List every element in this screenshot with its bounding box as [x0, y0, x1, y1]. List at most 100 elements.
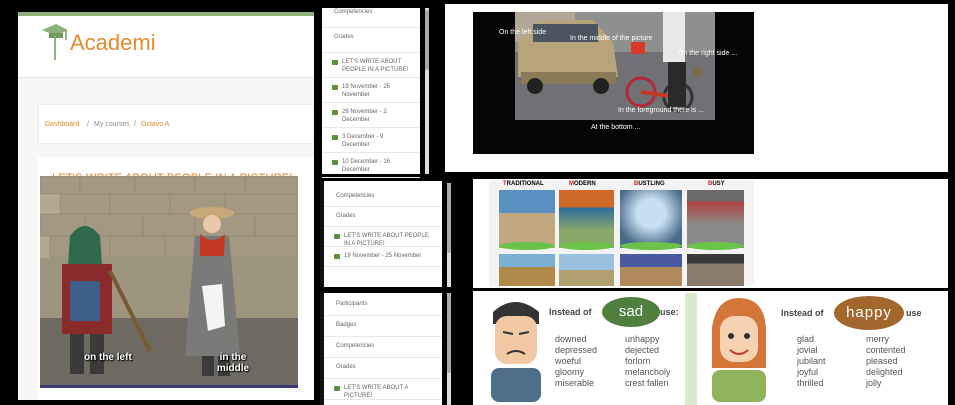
folder-icon	[334, 386, 340, 391]
nav-item[interactable]: Grades	[324, 358, 442, 379]
photo-credit: © www.	[287, 388, 305, 394]
synonym-word: jovial	[797, 345, 818, 355]
street-label-foreground: In the foreground there is ...	[618, 107, 704, 114]
nav-item[interactable]: Grades	[322, 28, 420, 53]
sad-word-bubble: sad	[602, 297, 660, 327]
breadcrumb: Dashboard / My courses / Octavo A	[38, 104, 314, 144]
scrollbar-thumb[interactable]	[447, 293, 451, 373]
nav-item[interactable]: 10 December - 16 December	[322, 153, 420, 178]
breadcrumb-my-courses[interactable]: My courses	[94, 121, 130, 128]
nav-item[interactable]: Grades	[324, 207, 442, 227]
photo-traditional-town	[499, 190, 555, 248]
nav-item[interactable]: 19 November - 25 November	[324, 247, 442, 267]
photo-bustling-mall	[620, 190, 682, 248]
heading-busy: BUSY	[708, 181, 725, 187]
answer-blank[interactable]	[499, 242, 555, 250]
nav-item-label: Participants	[336, 301, 368, 307]
scrollbar-thumb[interactable]	[425, 10, 429, 70]
breadcrumb-separator: /	[87, 121, 89, 128]
site-header: Academi	[18, 16, 314, 78]
sad-synonyms-col2: unhappy dejected forlorn melancholy crest fa…	[625, 334, 671, 389]
synonym-word: jubilant	[797, 356, 826, 366]
synonym-word: unhappy	[625, 334, 660, 344]
synonym-word: dejected	[625, 345, 660, 355]
answer-blank[interactable]	[687, 242, 744, 250]
synonym-word: pleased	[866, 356, 898, 366]
nav-item-label: 19 November - 25 November	[342, 84, 391, 98]
divider	[685, 293, 697, 405]
synonym-word: contented	[866, 345, 906, 355]
nav-item-label: 3 December - 9 December	[342, 134, 384, 148]
course-nav-bottom: Participants Badges Competencies Grades LET'…	[320, 293, 442, 405]
nav-item[interactable]: Competencies	[324, 187, 442, 207]
nav-item[interactable]: Participants	[324, 295, 442, 316]
nav-item[interactable]: 26 November - 2 December	[322, 103, 420, 128]
street-label-right: On the right side ...	[678, 50, 738, 57]
folder-icon	[332, 85, 338, 90]
breadcrumb-separator: /	[134, 121, 136, 128]
nav-item[interactable]: LET'S WRITE ABOUT PEOPLE IN A PICTURE!	[322, 53, 420, 78]
nav-item[interactable]: LET'S WRITE ABOUT A PICTURE!	[324, 379, 442, 400]
heading-traditional: TRADITIONAL	[503, 181, 544, 187]
blank-panel	[835, 4, 948, 172]
adjectives-grid: TRADITIONAL MODERN BUSTLING BUSY	[489, 180, 754, 286]
breadcrumb-course[interactable]: Octavo A	[141, 121, 169, 128]
course-nav-top: Competencies Grades LET'S WRITE ABOUT PEOP…	[322, 8, 420, 178]
photo-label-middle: in the middle	[216, 352, 250, 374]
nav-item-label: Grades	[334, 34, 354, 40]
sad-person-illustration	[491, 302, 541, 402]
photo-busy-street	[687, 190, 744, 248]
nav-item-label: 26 November - 2 December	[342, 109, 387, 123]
folder-icon	[332, 160, 338, 165]
nav-item-label: 19 November - 25 November	[344, 253, 422, 259]
synonym-word: thrilled	[797, 378, 824, 388]
folder-icon	[332, 110, 338, 115]
synonym-word: merry	[866, 334, 889, 344]
nav-item[interactable]: LET'S WRITE ABOUT PEOPLE IN A PICTURE!	[324, 227, 442, 247]
blank-panel	[923, 179, 948, 288]
photo-modern-city	[559, 190, 614, 248]
nav-item-label: Competencies	[336, 343, 375, 349]
happy-person-illustration	[712, 298, 766, 402]
synonym-word: delighted	[866, 367, 903, 377]
nav-item[interactable]: Competencies	[324, 337, 442, 358]
nav-item[interactable]: Competencies	[322, 3, 420, 28]
site-logo-link[interactable]: Academi	[70, 30, 156, 56]
street-label-middle: In the middle of the picture	[570, 35, 653, 42]
folder-icon	[334, 234, 340, 239]
synonym-word: gloomy	[555, 367, 585, 377]
synonym-word: woeful	[555, 356, 582, 366]
nav-item-label: Competencies	[336, 193, 375, 199]
nav-item-label: Grades	[336, 213, 356, 219]
street-label-bottom: At the bottom ...	[591, 124, 641, 131]
folder-icon	[334, 254, 340, 259]
synonym-word: downed	[555, 334, 587, 344]
happy-word-bubble: happy	[834, 296, 904, 330]
synonym-word: miserable	[555, 378, 595, 388]
heading-bustling: BUSTLING	[634, 181, 665, 187]
photo-castle	[620, 254, 682, 286]
breadcrumb-dashboard[interactable]: Dashboard	[45, 121, 79, 128]
photo-plain	[559, 254, 614, 286]
heading-modern: MODERN	[569, 181, 596, 187]
answer-blank[interactable]	[559, 242, 614, 250]
synonym-word: glad	[797, 334, 815, 344]
happy-use: use	[906, 308, 922, 318]
street-label-left: On the left side	[499, 29, 547, 36]
nav-item[interactable]: 19 November - 25 November	[322, 78, 420, 103]
nav-item-label: Badges	[336, 322, 357, 328]
synonym-word: forlorn	[625, 356, 651, 366]
synonym-word: melancholy	[625, 367, 671, 377]
happy-synonyms-col1: glad jovial jubilant joyful thrilled	[797, 334, 826, 389]
nav-item-label: Competencies	[334, 9, 373, 15]
nav-item[interactable]: Badges	[324, 316, 442, 337]
answer-blank[interactable]	[620, 242, 682, 250]
sad-use: use:	[660, 307, 679, 317]
synonym-word: joyful	[797, 367, 819, 377]
scrollbar-thumb[interactable]	[447, 183, 451, 253]
medieval-people-photo	[40, 176, 298, 388]
nav-item[interactable]: 3 December - 9 December	[322, 128, 420, 153]
nav-item-label: LET'S WRITE ABOUT A PICTURE!	[344, 385, 409, 399]
nav-item-label: LET'S WRITE ABOUT PEOPLE IN A PICTURE!	[344, 233, 429, 247]
synonym-word: crest fallen	[625, 378, 669, 388]
